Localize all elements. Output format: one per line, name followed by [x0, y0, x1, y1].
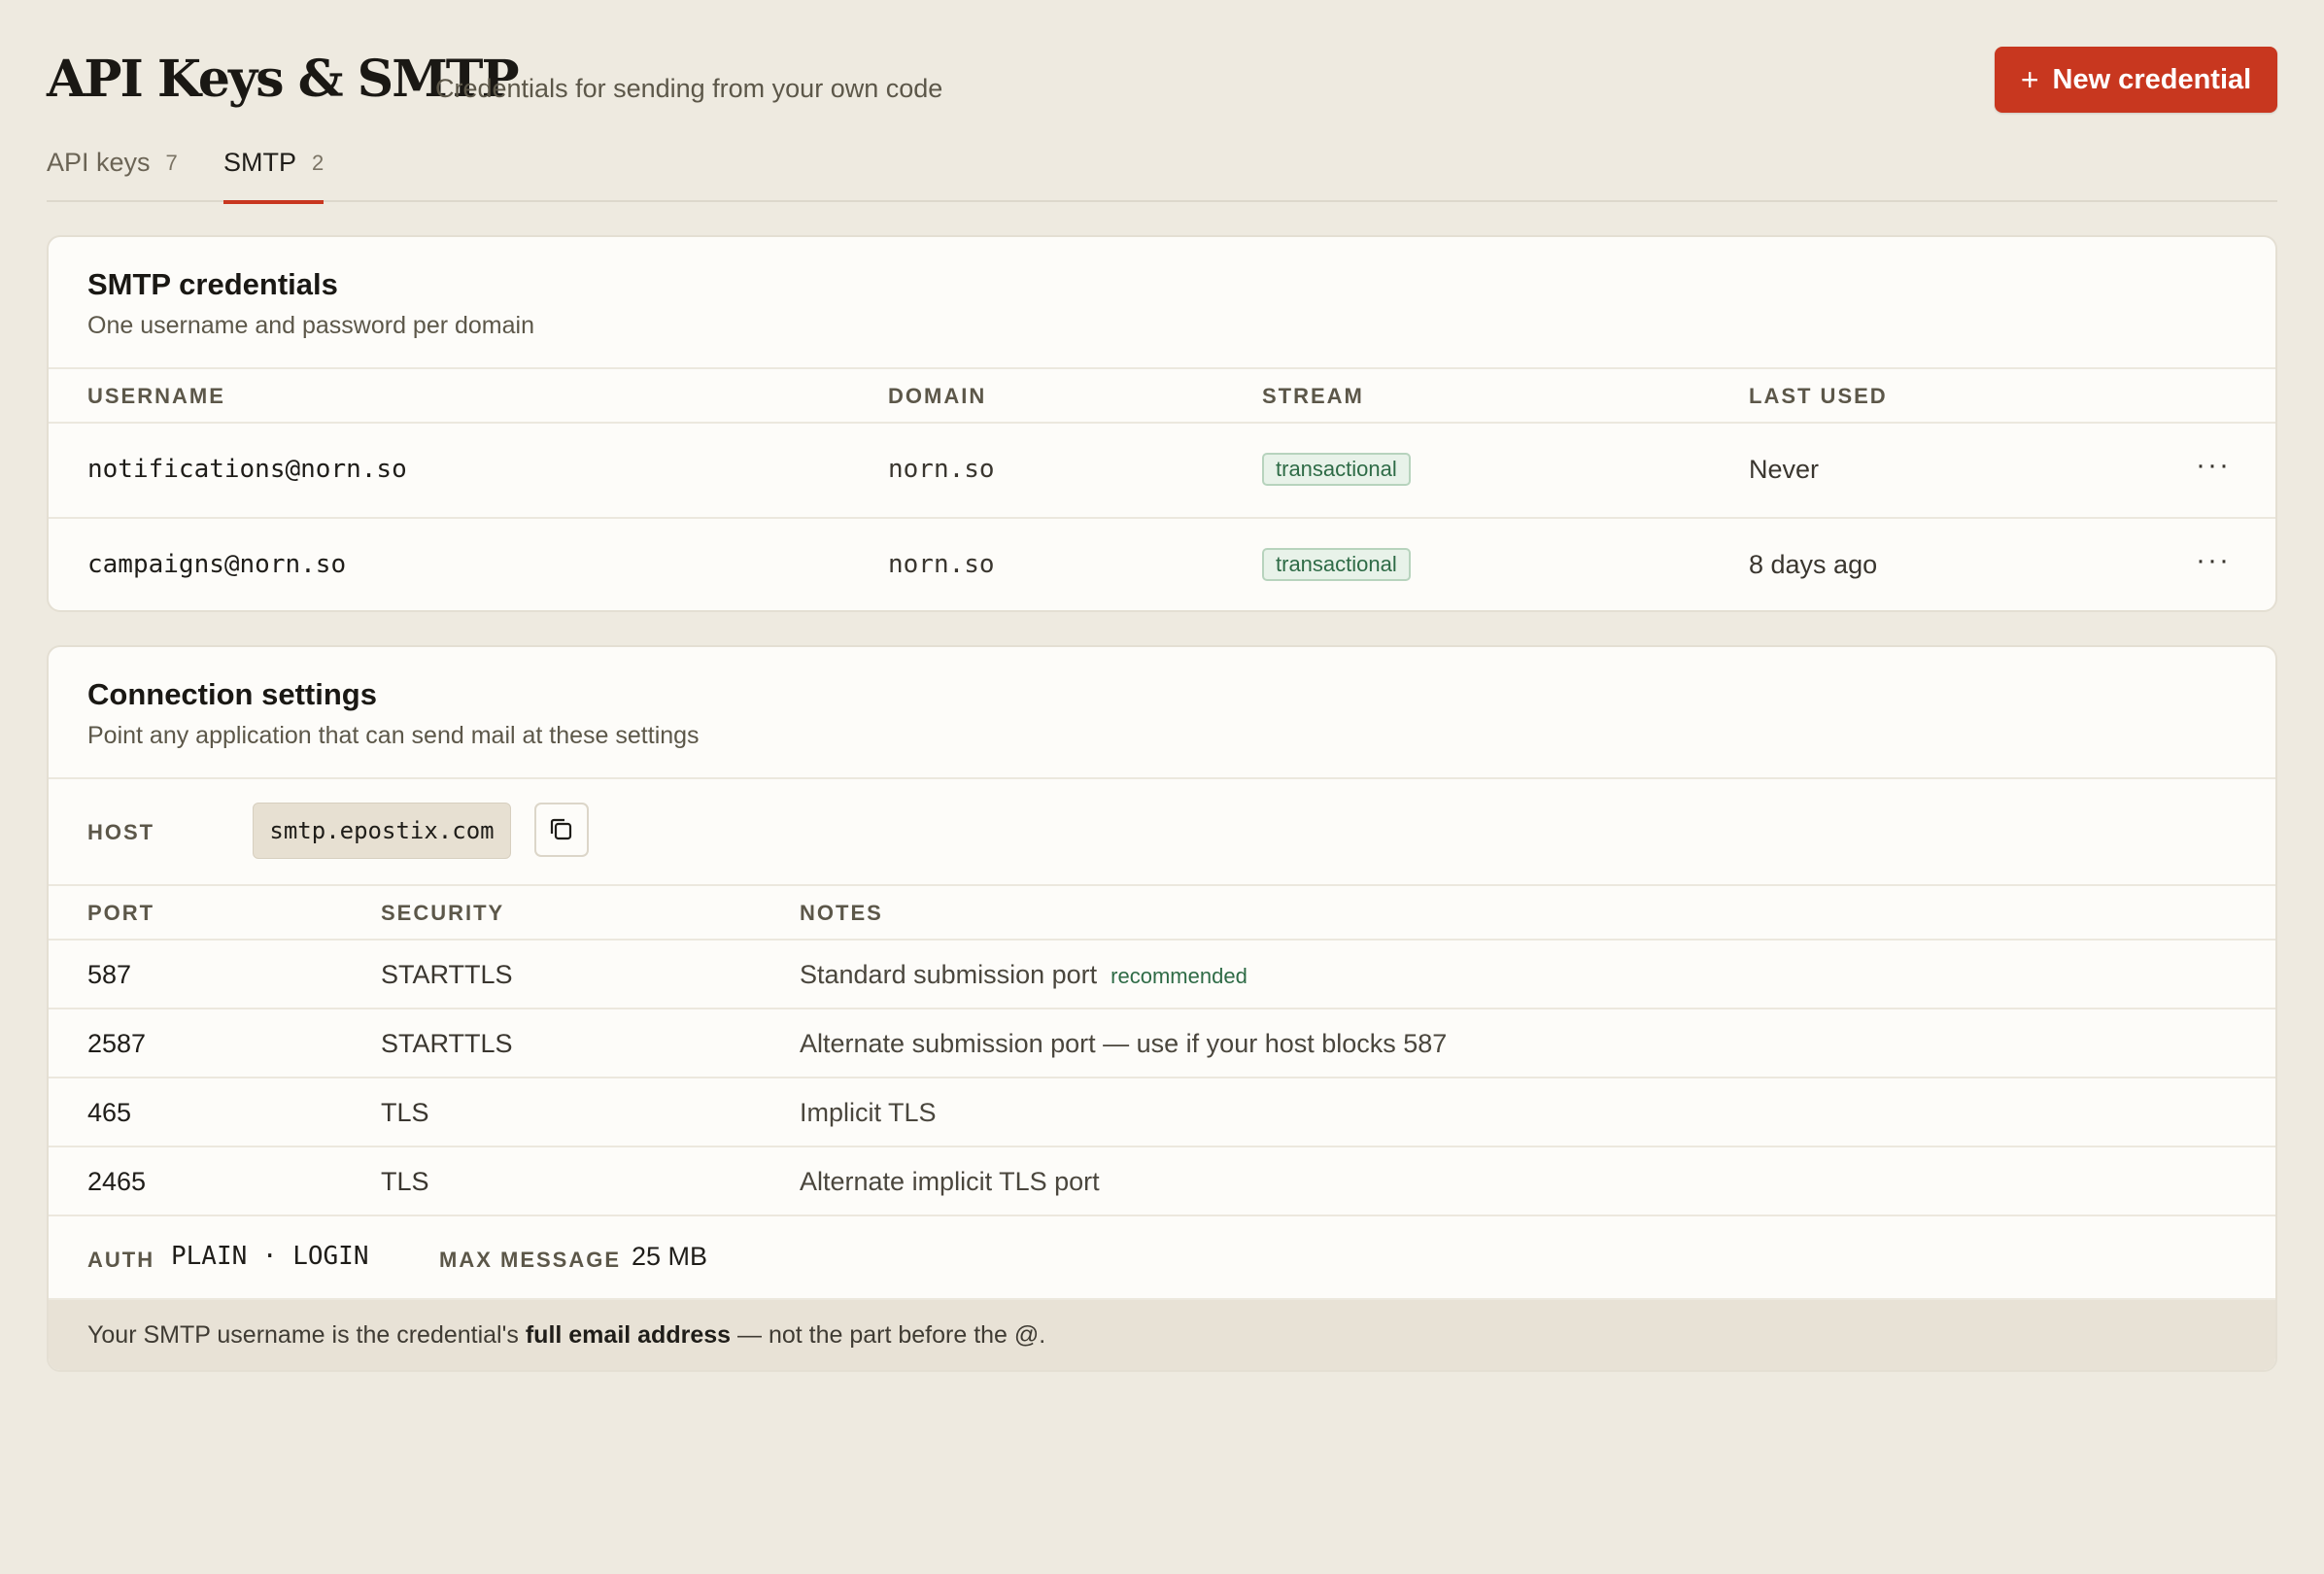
table-row[interactable]: notifications@norn.so norn.so transactio…	[49, 422, 2275, 517]
username-cell: campaigns@norn.so	[87, 550, 347, 579]
page: API Keys & SMTP Credentials for sending …	[47, 0, 2277, 1372]
tab-count: 7	[165, 151, 178, 175]
port-row: 465 TLS Implicit TLS	[49, 1077, 2275, 1146]
recommended-tag: recommended	[1111, 964, 1247, 988]
host-value[interactable]: smtp.epostix.com	[253, 803, 511, 859]
stream-cell: transactional	[1262, 453, 1411, 486]
auth-value: PLAIN · LOGIN	[171, 1242, 369, 1271]
username-cell: notifications@norn.so	[87, 455, 407, 484]
port-row: 2465 TLS Alternate implicit TLS port	[49, 1146, 2275, 1215]
tab-label: SMTP	[223, 148, 297, 177]
tab-count: 2	[312, 151, 325, 175]
auth-row: AUTH PLAIN · LOGIN MAX MESSAGE 25 MB	[49, 1215, 2275, 1298]
tab-label: API keys	[47, 148, 151, 177]
notes-text: Standard submission port	[800, 960, 1098, 989]
hint-suffix: — not the part before the @.	[731, 1321, 1046, 1349]
tab-smtp[interactable]: SMTP 2	[223, 136, 325, 204]
stream-badge: transactional	[1262, 453, 1411, 486]
notes-cell: Alternate implicit TLS port	[800, 1167, 1100, 1196]
notes-cell: Implicit TLS	[800, 1098, 937, 1127]
tab-bar: API keys 7 SMTP 2	[47, 136, 2277, 204]
hint-prefix: Your SMTP username is the credential's	[87, 1321, 526, 1349]
new-credential-label: New credential	[2052, 63, 2252, 95]
host-label: HOST	[87, 820, 155, 844]
column-header-username: USERNAME	[87, 384, 225, 408]
port-row: 587 STARTTLS Standard submission port rec…	[49, 939, 2275, 1008]
domain-cell: norn.so	[888, 455, 995, 484]
port-cell: 2587	[87, 1029, 147, 1058]
card-subtitle: Point any application that can send mail…	[87, 722, 700, 749]
host-row: HOST smtp.epostix.com	[49, 777, 2275, 884]
column-header-domain: DOMAIN	[888, 384, 987, 408]
port-cell: 2465	[87, 1167, 147, 1196]
card-header: SMTP credentials One username and passwo…	[49, 237, 2275, 367]
stream-cell: transactional	[1262, 548, 1411, 581]
copy-host-button[interactable]	[534, 803, 589, 857]
table-header: USERNAME DOMAIN STREAM LAST USED	[49, 367, 2275, 422]
port-cell: 587	[87, 960, 132, 989]
ports-table-header: PORT SECURITY NOTES	[49, 884, 2275, 939]
page-subtitle: Credentials for sending from your own co…	[435, 74, 943, 103]
more-horizontal-icon[interactable]: ···	[2196, 449, 2231, 482]
page-header: API Keys & SMTP Credentials for sending …	[47, 0, 2277, 117]
column-header-security: SECURITY	[381, 901, 505, 925]
card-header: Connection settings Point any applicatio…	[49, 647, 2275, 777]
notes-cell: Standard submission port recommended	[800, 960, 1247, 990]
last-used-cell: Never	[1749, 455, 1820, 484]
more-horizontal-icon[interactable]: ···	[2196, 544, 2231, 577]
security-cell: STARTTLS	[381, 960, 513, 989]
tab-api-keys[interactable]: API keys 7	[47, 136, 178, 202]
plus-icon: +	[2020, 62, 2039, 97]
max-message-value: 25 MB	[632, 1242, 708, 1271]
port-cell: 465	[87, 1098, 132, 1127]
column-header-port: PORT	[87, 901, 155, 925]
card-title: SMTP credentials	[87, 267, 338, 301]
security-cell: TLS	[381, 1167, 429, 1196]
connection-settings-card: Connection settings Point any applicatio…	[47, 645, 2277, 1372]
column-header-notes: NOTES	[800, 901, 883, 925]
table-row[interactable]: campaigns@norn.so norn.so transactional …	[49, 517, 2275, 610]
security-cell: TLS	[381, 1098, 429, 1127]
new-credential-button[interactable]: + New credential	[1995, 47, 2277, 113]
column-header-last-used: LAST USED	[1749, 384, 1888, 408]
username-hint: Your SMTP username is the credential's f…	[49, 1298, 2275, 1370]
notes-cell: Alternate submission port — use if your …	[800, 1029, 1448, 1058]
security-cell: STARTTLS	[381, 1029, 513, 1058]
auth-label: AUTH	[87, 1248, 155, 1272]
last-used-cell: 8 days ago	[1749, 550, 1878, 579]
hint-bold: full email address	[525, 1321, 732, 1349]
max-message-label: MAX MESSAGE	[439, 1248, 622, 1272]
port-row: 2587 STARTTLS Alternate submission port …	[49, 1008, 2275, 1077]
card-subtitle: One username and password per domain	[87, 312, 534, 339]
stream-badge: transactional	[1262, 548, 1411, 581]
domain-cell: norn.so	[888, 550, 995, 579]
card-title: Connection settings	[87, 677, 377, 711]
column-header-stream: STREAM	[1262, 384, 1364, 408]
copy-icon	[550, 818, 572, 840]
smtp-credentials-card: SMTP credentials One username and passwo…	[47, 235, 2277, 612]
